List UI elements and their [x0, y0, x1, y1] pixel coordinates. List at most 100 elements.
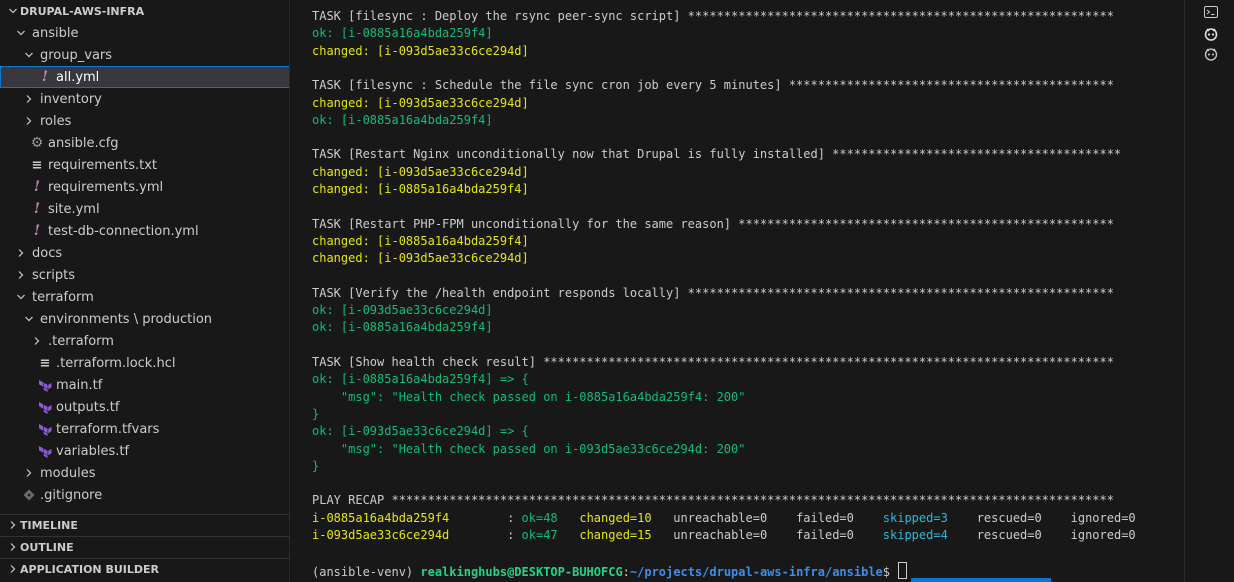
- terminal-side-panel: [1184, 0, 1234, 582]
- terminal-icon[interactable]: [1201, 2, 1221, 22]
- terminal-text-segment: }: [312, 458, 320, 473]
- terminal-text-segment: i-0885a16a4bda259f4: [312, 510, 450, 525]
- section-timeline[interactable]: TIMELINE: [0, 514, 289, 536]
- chevron-down-icon: [22, 47, 36, 63]
- terminal-line: "msg": "Health check passed on i-093d5ae…: [312, 441, 746, 458]
- tree-item-label: outputs.tf: [56, 399, 120, 415]
- file-item-outputs-tf[interactable]: outputs.tf: [0, 396, 289, 418]
- text-file-icon: ≡: [39, 355, 51, 371]
- folder-item-terraform[interactable]: terraform: [0, 286, 289, 308]
- folder-item-environments-production[interactable]: environments \ production: [0, 308, 289, 330]
- file-item-ansible-cfg[interactable]: ⚙ ansible.cfg: [0, 132, 289, 154]
- file-item-all-yml[interactable]: ! all.yml: [0, 66, 289, 88]
- terminal-panel[interactable]: TASK [filesync : Deploy the rsync peer-s…: [291, 0, 1184, 582]
- terminal-text-segment: TASK [Show health check result] ********…: [312, 355, 1114, 369]
- copilot-icon[interactable]: [1201, 24, 1221, 44]
- folder-item-roles[interactable]: roles: [0, 110, 289, 132]
- folder-item-terraform[interactable]: .terraform: [0, 330, 289, 352]
- folder-item-scripts[interactable]: scripts: [0, 264, 289, 286]
- chevron-right-icon: [22, 113, 36, 129]
- folder-item-group-vars[interactable]: group_vars: [0, 44, 289, 66]
- chevron-down-icon: [22, 311, 36, 327]
- terminal-text-segment: "msg": "Health check passed on i-093d5ae…: [312, 441, 746, 456]
- tree-item-label: variables.tf: [56, 443, 130, 459]
- terminal-text-segment: (ansible-venv): [312, 564, 421, 579]
- terminal-line: TASK [filesync : Schedule the file sync …: [312, 77, 1114, 94]
- terminal-text-segment: changed: [i-0885a16a4bda259f4]: [312, 233, 529, 248]
- terminal-line: TASK [Restart Nginx unconditionally now …: [312, 146, 1121, 163]
- terminal-text-segment: ~/projects/drupal-aws-infra/ansible: [629, 564, 883, 579]
- tree-item-label: .terraform: [48, 333, 114, 349]
- section-label: OUTLINE: [20, 540, 74, 554]
- terraform-icon: [38, 443, 52, 459]
- yaml-file-icon: !: [33, 179, 41, 195]
- terminal-text-segment: changed=15: [579, 528, 652, 542]
- terminal-text-segment: unreachable=0 failed=0: [651, 510, 883, 525]
- explorer-sidebar: DRUPAL-AWS-INFRA ansible group_vars! all.y…: [0, 0, 290, 582]
- chevron-right-icon: [6, 561, 20, 577]
- section-outline[interactable]: OUTLINE: [0, 536, 289, 558]
- file-item-terraform-tfvars[interactable]: terraform.tfvars: [0, 418, 289, 440]
- terminal-text-segment: ok=47: [521, 528, 565, 542]
- explorer-root-folder[interactable]: DRUPAL-AWS-INFRA: [0, 0, 289, 22]
- git-icon: [22, 487, 36, 503]
- terminal-line: changed: [i-0885a16a4bda259f4]: [312, 233, 529, 250]
- file-item-test-db-connection-yml[interactable]: ! test-db-connection.yml: [0, 220, 289, 242]
- terminal-text-segment: ok: [i-0885a16a4bda259f4]: [312, 26, 493, 41]
- terminal-line: i-093d5ae33c6ce294d : ok=47 changed=15 u…: [312, 527, 1136, 544]
- tree-item-label: main.tf: [56, 377, 103, 393]
- terminal-line: changed: [i-093d5ae33c6ce294d]: [312, 95, 529, 112]
- gear-icon: ⚙: [30, 135, 44, 151]
- terminal-text-segment: TASK [Verify the /health endpoint respon…: [312, 285, 1114, 300]
- tree-item-label: ansible.cfg: [48, 135, 119, 151]
- explorer-root-label: DRUPAL-AWS-INFRA: [20, 4, 145, 18]
- terminal-line: TASK [Restart PHP-FPM unconditionally fo…: [312, 216, 1114, 233]
- chevron-right-icon: [22, 465, 36, 481]
- yaml-file-icon: !: [33, 201, 41, 217]
- tree-item-label: all.yml: [56, 69, 100, 85]
- terminal-text-segment: }: [312, 406, 320, 421]
- terminal-text-segment: "msg": "Health check passed on i-0885a16…: [312, 389, 746, 404]
- file-item-variables-tf[interactable]: variables.tf: [0, 440, 289, 462]
- chevron-down-icon: [6, 3, 20, 19]
- file-item-requirements-yml[interactable]: ! requirements.yml: [0, 176, 289, 198]
- tree-item-label: docs: [32, 245, 63, 261]
- section-label: APPLICATION BUILDER: [20, 562, 159, 576]
- file-item-gitignore[interactable]: .gitignore: [0, 484, 289, 506]
- terminal-line: (ansible-venv) realkinghubs@DESKTOP-BUHO…: [312, 561, 908, 579]
- tree-item-label: site.yml: [48, 201, 100, 217]
- file-item-main-tf[interactable]: main.tf: [0, 374, 289, 396]
- terminal-text-segment: realkinghubs@DESKTOP-BUHOFCG: [420, 564, 623, 579]
- terraform-icon: [38, 377, 52, 393]
- folder-item-modules[interactable]: modules: [0, 462, 289, 484]
- terminal-text-segment: changed=10: [579, 510, 652, 525]
- terminal-text-segment: ok: [i-093d5ae33c6ce294d] => {: [312, 424, 529, 439]
- chevron-right-icon: [6, 539, 20, 555]
- section-application-builder[interactable]: APPLICATION BUILDER: [0, 558, 289, 580]
- folder-item-ansible[interactable]: ansible: [0, 22, 289, 44]
- terminal-active-indicator: [911, 578, 1051, 582]
- terminal-line: changed: [i-093d5ae33c6ce294d]: [312, 164, 529, 181]
- terminal-text-segment: skipped=3: [882, 510, 948, 525]
- file-item-site-yml[interactable]: ! site.yml: [0, 198, 289, 220]
- yaml-file-icon: !: [33, 223, 41, 239]
- tree-item-label: test-db-connection.yml: [48, 223, 199, 239]
- file-item-requirements-txt[interactable]: ≡ requirements.txt: [0, 154, 289, 176]
- terminal-line: }: [312, 458, 319, 475]
- folder-item-docs[interactable]: docs: [0, 242, 289, 264]
- folder-item-inventory[interactable]: inventory: [0, 88, 289, 110]
- terminal-text-segment: changed: [i-093d5ae33c6ce294d]: [312, 164, 529, 179]
- terminal-line: ok: [i-0885a16a4bda259f4]: [312, 319, 493, 336]
- terminal-scrollbar[interactable]: [1174, 0, 1184, 582]
- tree-item-label: group_vars: [40, 47, 113, 63]
- yaml-file-icon: !: [41, 69, 49, 85]
- tree-item-label: .terraform.lock.hcl: [56, 355, 176, 371]
- file-item-terraform-lock-hcl[interactable]: ≡ .terraform.lock.hcl: [0, 352, 289, 374]
- terminal-text-segment: ok: [i-0885a16a4bda259f4]: [312, 320, 493, 335]
- copilot-chat-icon[interactable]: [1201, 44, 1221, 64]
- tree-item-label: terraform.tfvars: [56, 421, 160, 437]
- terminal-text-segment: unreachable=0 failed=0: [651, 528, 883, 542]
- tree-item-label: ansible: [32, 25, 79, 41]
- terminal-line: ok: [i-093d5ae33c6ce294d] => {: [312, 423, 529, 440]
